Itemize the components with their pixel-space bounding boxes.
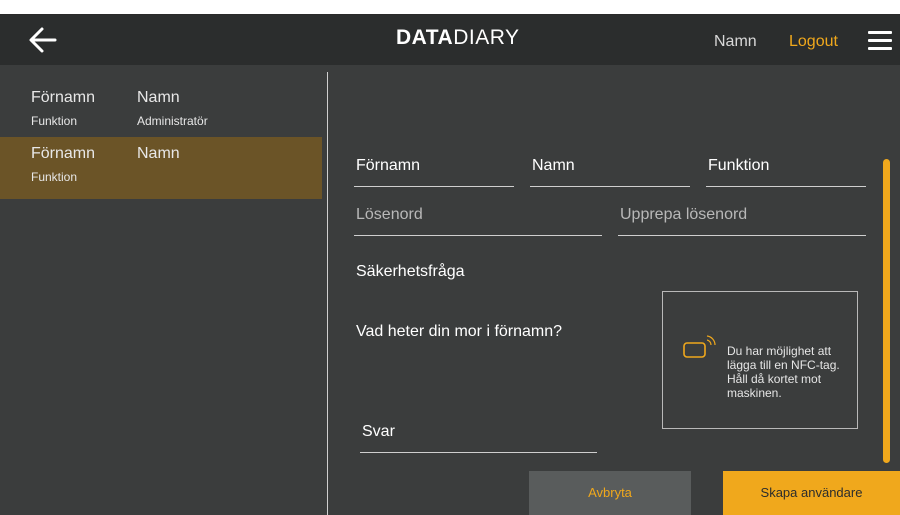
security-question-label: Säkerhetsfråga bbox=[356, 263, 465, 280]
first-name-field[interactable]: Förnamn bbox=[354, 148, 514, 187]
user-list-sidebar: Förnamn Namn Funktion Administratör Förn… bbox=[0, 65, 327, 515]
user-function: Funktion bbox=[31, 114, 78, 128]
form-scrollbar[interactable] bbox=[883, 159, 890, 463]
user-first-name: Förnamn bbox=[31, 145, 96, 162]
nfc-info-text: Du har möjlighet att lägga till en NFC-t… bbox=[727, 344, 840, 400]
last-name-value: Namn bbox=[532, 157, 575, 174]
user-last-name: Namn bbox=[137, 145, 180, 162]
user-last-name: Namn bbox=[137, 89, 180, 106]
current-user-name: Namn bbox=[714, 33, 757, 50]
security-question-select[interactable]: Vad heter din mor i förnamn? bbox=[356, 323, 562, 341]
password-placeholder: Lösenord bbox=[356, 206, 423, 223]
hamburger-menu-icon bbox=[868, 31, 892, 34]
back-button[interactable] bbox=[28, 26, 58, 54]
user-role: Administratör bbox=[137, 114, 208, 128]
create-user-button[interactable]: Skapa användare bbox=[723, 471, 900, 515]
top-bar: DATADIARY Namn Logout bbox=[0, 15, 900, 65]
password-field[interactable]: Lösenord bbox=[354, 197, 602, 236]
repeat-password-field[interactable]: Upprepa lösenord bbox=[618, 197, 866, 236]
answer-field[interactable]: Svar bbox=[360, 414, 597, 453]
cancel-button[interactable]: Avbryta bbox=[529, 471, 691, 515]
panel-divider bbox=[327, 72, 328, 515]
menu-button[interactable] bbox=[868, 31, 892, 50]
logo-light-text: DIARY bbox=[453, 26, 520, 49]
logout-link[interactable]: Logout bbox=[789, 33, 838, 51]
user-first-name: Förnamn bbox=[31, 89, 96, 106]
first-name-value: Förnamn bbox=[356, 157, 421, 174]
last-name-field[interactable]: Namn bbox=[530, 148, 690, 187]
function-value: Funktion bbox=[708, 157, 770, 174]
user-list-item[interactable]: Förnamn Namn Funktion Administratör bbox=[0, 81, 322, 143]
logo-bold-text: DATA bbox=[396, 26, 454, 49]
function-field[interactable]: Funktion bbox=[706, 148, 866, 187]
user-function: Funktion bbox=[31, 170, 78, 184]
nfc-info-box: Du har möjlighet att lägga till en NFC-t… bbox=[662, 291, 858, 429]
arrow-left-icon bbox=[29, 27, 57, 53]
user-list-item-selected[interactable]: Förnamn Namn Funktion bbox=[0, 137, 322, 199]
repeat-password-placeholder: Upprepa lösenord bbox=[620, 206, 748, 223]
app-logo: DATADIARY bbox=[396, 26, 520, 50]
answer-value: Svar bbox=[362, 423, 395, 440]
nfc-card-icon bbox=[683, 335, 716, 358]
window-frame-top bbox=[0, 0, 900, 15]
